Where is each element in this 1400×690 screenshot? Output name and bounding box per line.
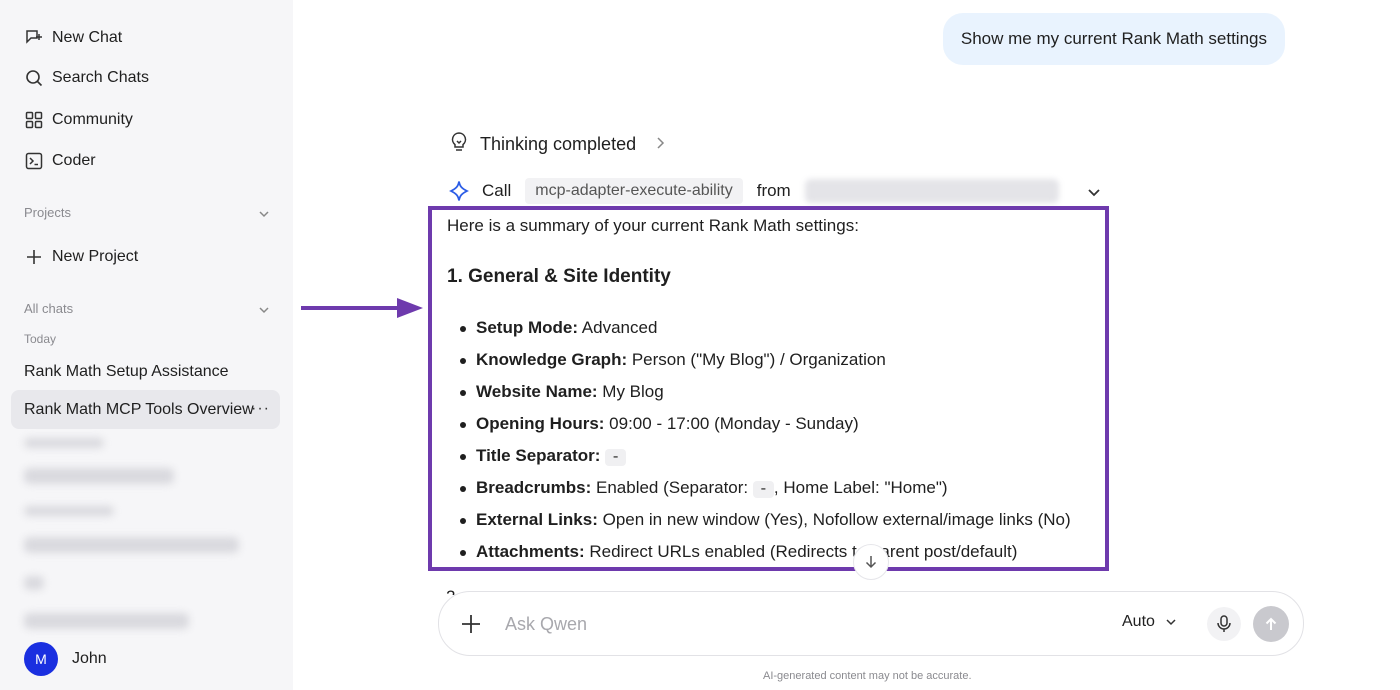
grid-icon [24, 110, 44, 130]
list-item: Breadcrumbs: Enabled (Separator: -, Home… [460, 478, 948, 498]
chat-composer: Auto [438, 591, 1304, 656]
blurred-chat-item[interactable] [24, 613, 189, 629]
coder-label: Coder [52, 152, 96, 169]
list-item: Knowledge Graph: Person ("My Blog") / Or… [460, 350, 886, 370]
tool-name-chip: mcp-adapter-execute-ability [525, 178, 743, 204]
setting-value: Open in new window (Yes), Nofollow exter… [597, 510, 1071, 529]
blurred-chat-group-label [24, 506, 114, 516]
lightbulb-icon [448, 131, 470, 158]
tool-call-row: Call mcp-adapter-execute-ability from [448, 175, 1059, 207]
chat-item-active[interactable]: Rank Math MCP Tools Overview ··· [11, 390, 280, 429]
list-item: Website Name: My Blog [460, 382, 664, 402]
sparkle-icon [448, 180, 470, 202]
highlighted-summary: Here is a summary of your current Rank M… [428, 206, 1109, 571]
setting-value: My Blog [597, 382, 664, 401]
message-input[interactable] [505, 610, 1065, 638]
setting-value: Advanced [578, 318, 658, 337]
plus-icon [24, 247, 44, 267]
arrow-down-icon [863, 554, 879, 570]
user-profile[interactable]: M John [24, 642, 107, 676]
setting-value: Enabled (Separator: [591, 478, 753, 497]
new-chat-icon [24, 28, 44, 48]
blurred-chat-item[interactable] [24, 576, 44, 590]
chevron-down-icon [1165, 616, 1177, 628]
sidebar: New Chat Search Chats Community Coder Pr… [0, 0, 293, 690]
blurred-chat-group-label [24, 438, 104, 448]
attach-plus-button[interactable] [459, 612, 483, 636]
ai-disclaimer: AI-generated content may not be accurate… [763, 670, 972, 682]
projects-label: Projects [24, 205, 71, 220]
setting-value-cont: , Home Label: "Home") [773, 478, 948, 497]
chat-item[interactable]: Rank Math Setup Assistance [24, 363, 229, 381]
coder-button[interactable]: Coder [24, 151, 96, 171]
new-project-button[interactable]: New Project [24, 247, 138, 267]
blurred-chat-item[interactable] [24, 537, 239, 553]
inline-code: - [752, 481, 774, 498]
search-chats-button[interactable]: Search Chats [24, 68, 149, 88]
setting-value: 09:00 - 17:00 (Monday - Sunday) [604, 414, 859, 433]
more-options-icon[interactable]: ··· [251, 400, 270, 418]
setting-label: Knowledge Graph: [476, 350, 628, 369]
send-button[interactable] [1253, 606, 1289, 642]
community-label: Community [52, 111, 133, 128]
setting-value: Person ("My Blog") / Organization [627, 350, 886, 369]
from-label: from [756, 181, 791, 200]
chat-item-label: Rank Math MCP Tools Overview [24, 401, 254, 418]
blurred-chat-item[interactable] [24, 468, 174, 484]
list-item: Setup Mode: Advanced [459, 318, 658, 338]
inline-code: - [605, 449, 627, 466]
user-name: John [72, 650, 107, 667]
call-label: Call [482, 181, 512, 200]
chevron-right-icon [654, 134, 666, 155]
summary-intro: Here is a summary of your current Rank M… [447, 216, 859, 235]
setting-label: Setup Mode: [476, 318, 578, 337]
list-item: Attachments: Redirect URLs enabled (Redi… [459, 542, 1018, 562]
all-chats-label: All chats [24, 301, 74, 316]
thinking-toggle[interactable]: Thinking completed [448, 131, 666, 158]
search-icon [24, 68, 44, 88]
annotation-arrow [301, 298, 423, 318]
community-button[interactable]: Community [24, 110, 133, 130]
projects-chevron-icon[interactable] [257, 207, 271, 221]
avatar: M [24, 642, 58, 676]
arrow-up-icon [1263, 616, 1279, 632]
chevron-down-icon[interactable] [1086, 184, 1102, 200]
today-label: Today [24, 332, 57, 346]
new-project-label: New Project [52, 248, 139, 265]
mode-value: Auto [1122, 613, 1155, 630]
setting-label: Attachments: [476, 542, 585, 561]
search-chats-label: Search Chats [52, 69, 149, 86]
setting-label: Title Separator: [476, 446, 601, 465]
microphone-button[interactable] [1207, 607, 1241, 641]
new-chat-button[interactable]: New Chat [24, 28, 122, 48]
list-item: Opening Hours: 09:00 - 17:00 (Monday - S… [460, 414, 859, 434]
terminal-icon [24, 151, 44, 171]
list-item: External Links: Open in new window (Yes)… [460, 510, 1071, 530]
thinking-label: Thinking completed [480, 134, 637, 154]
setting-label: Opening Hours: [476, 414, 605, 433]
blurred-tool-source [804, 179, 1059, 203]
section-heading: 1. General & Site Identity [447, 266, 671, 287]
setting-value: Redirect URLs enabled (Redirects to pare… [584, 542, 1018, 561]
setting-label: Breadcrumbs: [476, 478, 592, 497]
list-item: Title Separator: - [459, 446, 627, 466]
scroll-to-bottom-button[interactable] [853, 544, 889, 580]
microphone-icon [1216, 615, 1232, 633]
user-message-bubble: Show me my current Rank Math settings [942, 13, 1285, 65]
all-chats-chevron-icon[interactable] [257, 303, 271, 317]
setting-label: External Links: [476, 510, 598, 529]
mode-dropdown[interactable]: Auto [1122, 613, 1177, 631]
setting-label: Website Name: [476, 382, 598, 401]
new-chat-label: New Chat [52, 29, 123, 46]
